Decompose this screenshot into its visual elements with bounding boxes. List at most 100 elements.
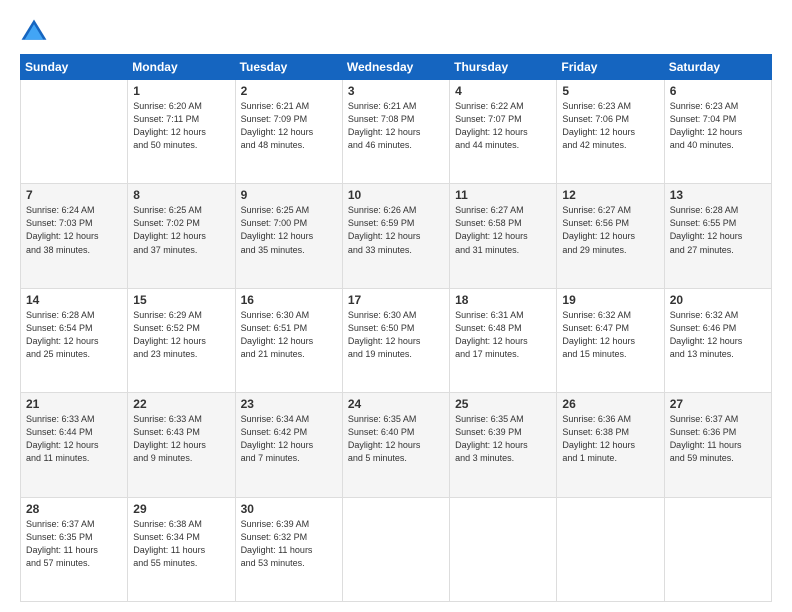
day-info: Sunrise: 6:21 AM Sunset: 7:08 PM Dayligh… — [348, 100, 444, 152]
weekday-header: Wednesday — [342, 55, 449, 80]
calendar-week-row: 1Sunrise: 6:20 AM Sunset: 7:11 PM Daylig… — [21, 80, 772, 184]
day-number: 28 — [26, 502, 122, 516]
calendar-cell: 6 Sunrise: 6:23 AM Sunset: 7:04 PM Daylig… — [664, 80, 771, 184]
day-number: 12 — [562, 188, 658, 202]
day-number: 22 — [133, 397, 229, 411]
day-info: Sunrise: 6:22 AM Sunset: 7:07 PM Dayligh… — [455, 100, 551, 152]
day-number: 17 — [348, 293, 444, 307]
day-info: Sunrise: 6:33 AM Sunset: 6:44 PM Dayligh… — [26, 413, 122, 465]
day-info: Sunrise: 6:25 AM Sunset: 7:02 PM Dayligh… — [133, 204, 229, 256]
calendar-cell — [342, 497, 449, 601]
day-number: 15 — [133, 293, 229, 307]
weekday-header: Sunday — [21, 55, 128, 80]
calendar-cell: 20 Sunrise: 6:32 AM Sunset: 6:46 PM Dayli… — [664, 288, 771, 392]
calendar-week-row: 7 Sunrise: 6:24 AM Sunset: 7:03 PM Daylig… — [21, 184, 772, 288]
calendar-cell: 7 Sunrise: 6:24 AM Sunset: 7:03 PM Daylig… — [21, 184, 128, 288]
calendar-cell: 19Sunrise: 6:32 AM Sunset: 6:47 PM Dayli… — [557, 288, 664, 392]
calendar-cell: 30 Sunrise: 6:39 AM Sunset: 6:32 PM Dayli… — [235, 497, 342, 601]
day-number: 30 — [241, 502, 337, 516]
day-info: Sunrise: 6:31 AM Sunset: 6:48 PM Dayligh… — [455, 309, 551, 361]
calendar-cell: 24 Sunrise: 6:35 AM Sunset: 6:40 PM Dayli… — [342, 393, 449, 497]
weekday-header: Friday — [557, 55, 664, 80]
day-info: Sunrise: 6:26 AM Sunset: 6:59 PM Dayligh… — [348, 204, 444, 256]
calendar-week-row: 28 Sunrise: 6:37 AM Sunset: 6:35 PM Dayli… — [21, 497, 772, 601]
day-info: Sunrise: 6:30 AM Sunset: 6:51 PM Dayligh… — [241, 309, 337, 361]
day-info: Sunrise: 6:25 AM Sunset: 7:00 PM Dayligh… — [241, 204, 337, 256]
day-info: Sunrise: 6:21 AM Sunset: 7:09 PM Dayligh… — [241, 100, 337, 152]
logo-icon — [20, 18, 48, 46]
calendar-cell: 22 Sunrise: 6:33 AM Sunset: 6:43 PM Dayli… — [128, 393, 235, 497]
day-info: Sunrise: 6:35 AM Sunset: 6:40 PM Dayligh… — [348, 413, 444, 465]
calendar-cell — [557, 497, 664, 601]
day-info: Sunrise: 6:24 AM Sunset: 7:03 PM Dayligh… — [26, 204, 122, 256]
day-info: Sunrise: 6:36 AM Sunset: 6:38 PM Dayligh… — [562, 413, 658, 465]
calendar-cell: 27 Sunrise: 6:37 AM Sunset: 6:36 PM Dayli… — [664, 393, 771, 497]
day-number: 16 — [241, 293, 337, 307]
calendar-cell: 29 Sunrise: 6:38 AM Sunset: 6:34 PM Dayli… — [128, 497, 235, 601]
day-number: 3 — [348, 84, 444, 98]
calendar-cell: 3 Sunrise: 6:21 AM Sunset: 7:08 PM Daylig… — [342, 80, 449, 184]
day-number: 9 — [241, 188, 337, 202]
day-number: 13 — [670, 188, 766, 202]
day-info: Sunrise: 6:28 AM Sunset: 6:55 PM Dayligh… — [670, 204, 766, 256]
day-number: 11 — [455, 188, 551, 202]
day-info: Sunrise: 6:32 AM Sunset: 6:47 PM Dayligh… — [562, 309, 658, 361]
day-info: Sunrise: 6:39 AM Sunset: 6:32 PM Dayligh… — [241, 518, 337, 570]
day-number: 27 — [670, 397, 766, 411]
calendar-cell: 21 Sunrise: 6:33 AM Sunset: 6:44 PM Dayli… — [21, 393, 128, 497]
day-info: Sunrise: 6:34 AM Sunset: 6:42 PM Dayligh… — [241, 413, 337, 465]
calendar-cell: 28 Sunrise: 6:37 AM Sunset: 6:35 PM Dayli… — [21, 497, 128, 601]
day-info: Sunrise: 6:38 AM Sunset: 6:34 PM Dayligh… — [133, 518, 229, 570]
calendar-week-row: 21 Sunrise: 6:33 AM Sunset: 6:44 PM Dayli… — [21, 393, 772, 497]
calendar-cell: 5 Sunrise: 6:23 AM Sunset: 7:06 PM Daylig… — [557, 80, 664, 184]
day-number: 10 — [348, 188, 444, 202]
calendar-cell: 13 Sunrise: 6:28 AM Sunset: 6:55 PM Dayli… — [664, 184, 771, 288]
calendar-cell: 11Sunrise: 6:27 AM Sunset: 6:58 PM Dayli… — [450, 184, 557, 288]
day-info: Sunrise: 6:32 AM Sunset: 6:46 PM Dayligh… — [670, 309, 766, 361]
calendar-cell: 2 Sunrise: 6:21 AM Sunset: 7:09 PM Daylig… — [235, 80, 342, 184]
calendar-week-row: 14Sunrise: 6:28 AM Sunset: 6:54 PM Dayli… — [21, 288, 772, 392]
calendar-cell — [664, 497, 771, 601]
day-number: 4 — [455, 84, 551, 98]
calendar-header-row: SundayMondayTuesdayWednesdayThursdayFrid… — [21, 55, 772, 80]
calendar-cell: 25Sunrise: 6:35 AM Sunset: 6:39 PM Dayli… — [450, 393, 557, 497]
page-header — [20, 18, 772, 46]
calendar-cell: 17 Sunrise: 6:30 AM Sunset: 6:50 PM Dayli… — [342, 288, 449, 392]
day-number: 6 — [670, 84, 766, 98]
weekday-header: Tuesday — [235, 55, 342, 80]
day-number: 7 — [26, 188, 122, 202]
calendar-cell: 26Sunrise: 6:36 AM Sunset: 6:38 PM Dayli… — [557, 393, 664, 497]
day-info: Sunrise: 6:35 AM Sunset: 6:39 PM Dayligh… — [455, 413, 551, 465]
day-info: Sunrise: 6:37 AM Sunset: 6:35 PM Dayligh… — [26, 518, 122, 570]
calendar-cell: 10 Sunrise: 6:26 AM Sunset: 6:59 PM Dayli… — [342, 184, 449, 288]
calendar-cell: 8Sunrise: 6:25 AM Sunset: 7:02 PM Daylig… — [128, 184, 235, 288]
day-info: Sunrise: 6:30 AM Sunset: 6:50 PM Dayligh… — [348, 309, 444, 361]
calendar-cell: 4 Sunrise: 6:22 AM Sunset: 7:07 PM Daylig… — [450, 80, 557, 184]
day-info: Sunrise: 6:23 AM Sunset: 7:04 PM Dayligh… — [670, 100, 766, 152]
day-number: 23 — [241, 397, 337, 411]
day-number: 24 — [348, 397, 444, 411]
day-number: 29 — [133, 502, 229, 516]
day-number: 2 — [241, 84, 337, 98]
weekday-header: Saturday — [664, 55, 771, 80]
calendar-cell: 9 Sunrise: 6:25 AM Sunset: 7:00 PM Daylig… — [235, 184, 342, 288]
day-number: 21 — [26, 397, 122, 411]
calendar-cell — [450, 497, 557, 601]
day-info: Sunrise: 6:28 AM Sunset: 6:54 PM Dayligh… — [26, 309, 122, 361]
day-number: 18 — [455, 293, 551, 307]
weekday-header: Thursday — [450, 55, 557, 80]
calendar-cell: 18 Sunrise: 6:31 AM Sunset: 6:48 PM Dayli… — [450, 288, 557, 392]
day-info: Sunrise: 6:20 AM Sunset: 7:11 PM Dayligh… — [133, 100, 229, 152]
day-number: 5 — [562, 84, 658, 98]
day-number: 20 — [670, 293, 766, 307]
day-info: Sunrise: 6:29 AM Sunset: 6:52 PM Dayligh… — [133, 309, 229, 361]
calendar-cell — [21, 80, 128, 184]
day-info: Sunrise: 6:33 AM Sunset: 6:43 PM Dayligh… — [133, 413, 229, 465]
calendar-cell: 15 Sunrise: 6:29 AM Sunset: 6:52 PM Dayli… — [128, 288, 235, 392]
logo — [20, 18, 52, 46]
calendar-cell: 16 Sunrise: 6:30 AM Sunset: 6:51 PM Dayli… — [235, 288, 342, 392]
calendar-cell: 23 Sunrise: 6:34 AM Sunset: 6:42 PM Dayli… — [235, 393, 342, 497]
calendar-cell: 14Sunrise: 6:28 AM Sunset: 6:54 PM Dayli… — [21, 288, 128, 392]
day-info: Sunrise: 6:23 AM Sunset: 7:06 PM Dayligh… — [562, 100, 658, 152]
day-info: Sunrise: 6:37 AM Sunset: 6:36 PM Dayligh… — [670, 413, 766, 465]
